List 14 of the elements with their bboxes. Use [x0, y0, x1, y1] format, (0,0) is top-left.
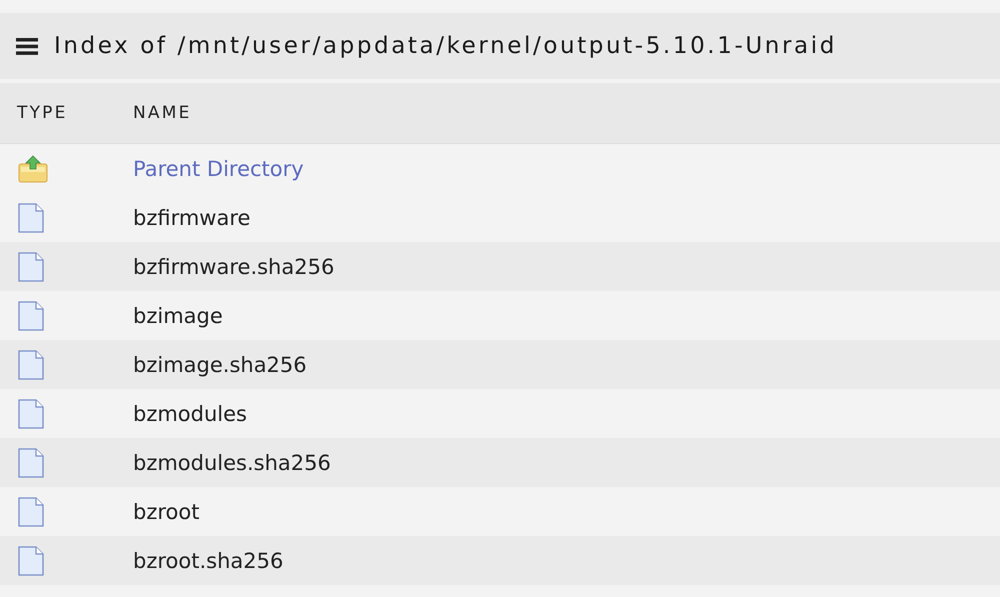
file-name[interactable]: bzmodules.sha256 [133, 450, 331, 474]
page-title: Index of /mnt/user/appdata/kernel/output-5.10.1-Unraid [54, 33, 837, 59]
file-name[interactable]: bzfirmware.sha256 [133, 254, 334, 278]
file-name[interactable]: bzroot [133, 500, 200, 524]
column-header: TYPE [17, 103, 69, 123]
file-name[interactable]: bzimage [133, 304, 223, 328]
menu-icon[interactable] [16, 38, 38, 54]
file-name[interactable]: bzfirmware [133, 206, 250, 230]
file-name[interactable]: bzroot.sha256 [133, 548, 284, 572]
parent-directory-link[interactable]: Parent Directory [133, 156, 304, 180]
file-name[interactable]: bzimage.sha256 [133, 352, 307, 376]
folder-up-icon [18, 154, 48, 182]
file-name[interactable]: bzmodules [133, 402, 247, 426]
column-header: NAME [133, 103, 192, 123]
